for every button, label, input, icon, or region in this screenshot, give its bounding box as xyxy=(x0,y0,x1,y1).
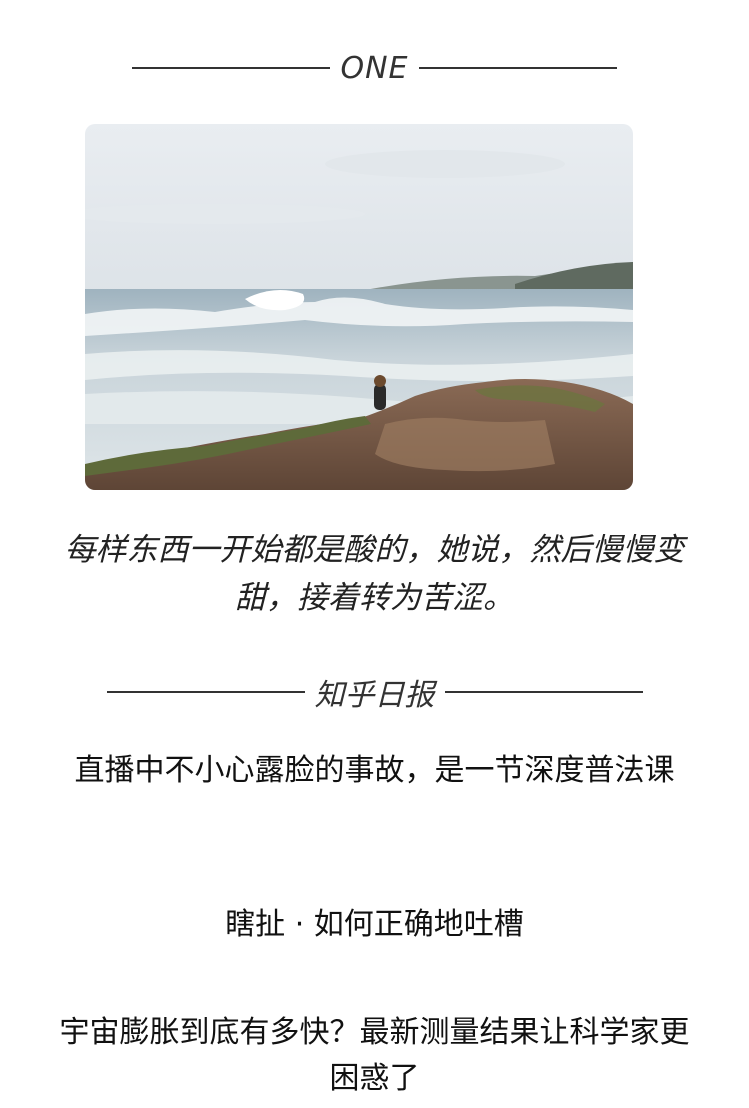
article-link[interactable]: 瞎扯 · 如何正确地吐槽 xyxy=(50,902,699,948)
divider-line-right xyxy=(418,67,617,69)
zhihu-daily-section-title: 知乎日报 xyxy=(314,678,435,713)
article-link[interactable]: 直播中不小心露脸的事故，是一节深度普法课 xyxy=(50,748,699,794)
article-link[interactable]: 宇宙膨胀到底有多快？最新测量结果让科学家更困惑了 xyxy=(50,1010,699,1102)
divider-line-left xyxy=(132,67,331,69)
divider-line-right xyxy=(444,691,643,693)
one-quote: 每样东西一开始都是酸的，她说，然后慢慢变甜，接着转为苦涩。 xyxy=(64,532,685,616)
divider-line-left xyxy=(106,691,305,693)
one-photo[interactable] xyxy=(85,124,633,490)
zhihu-daily-section-header: 知乎日报 xyxy=(0,670,749,714)
one-section-title: ONE xyxy=(340,50,409,86)
one-section-header: ONE xyxy=(0,48,749,88)
